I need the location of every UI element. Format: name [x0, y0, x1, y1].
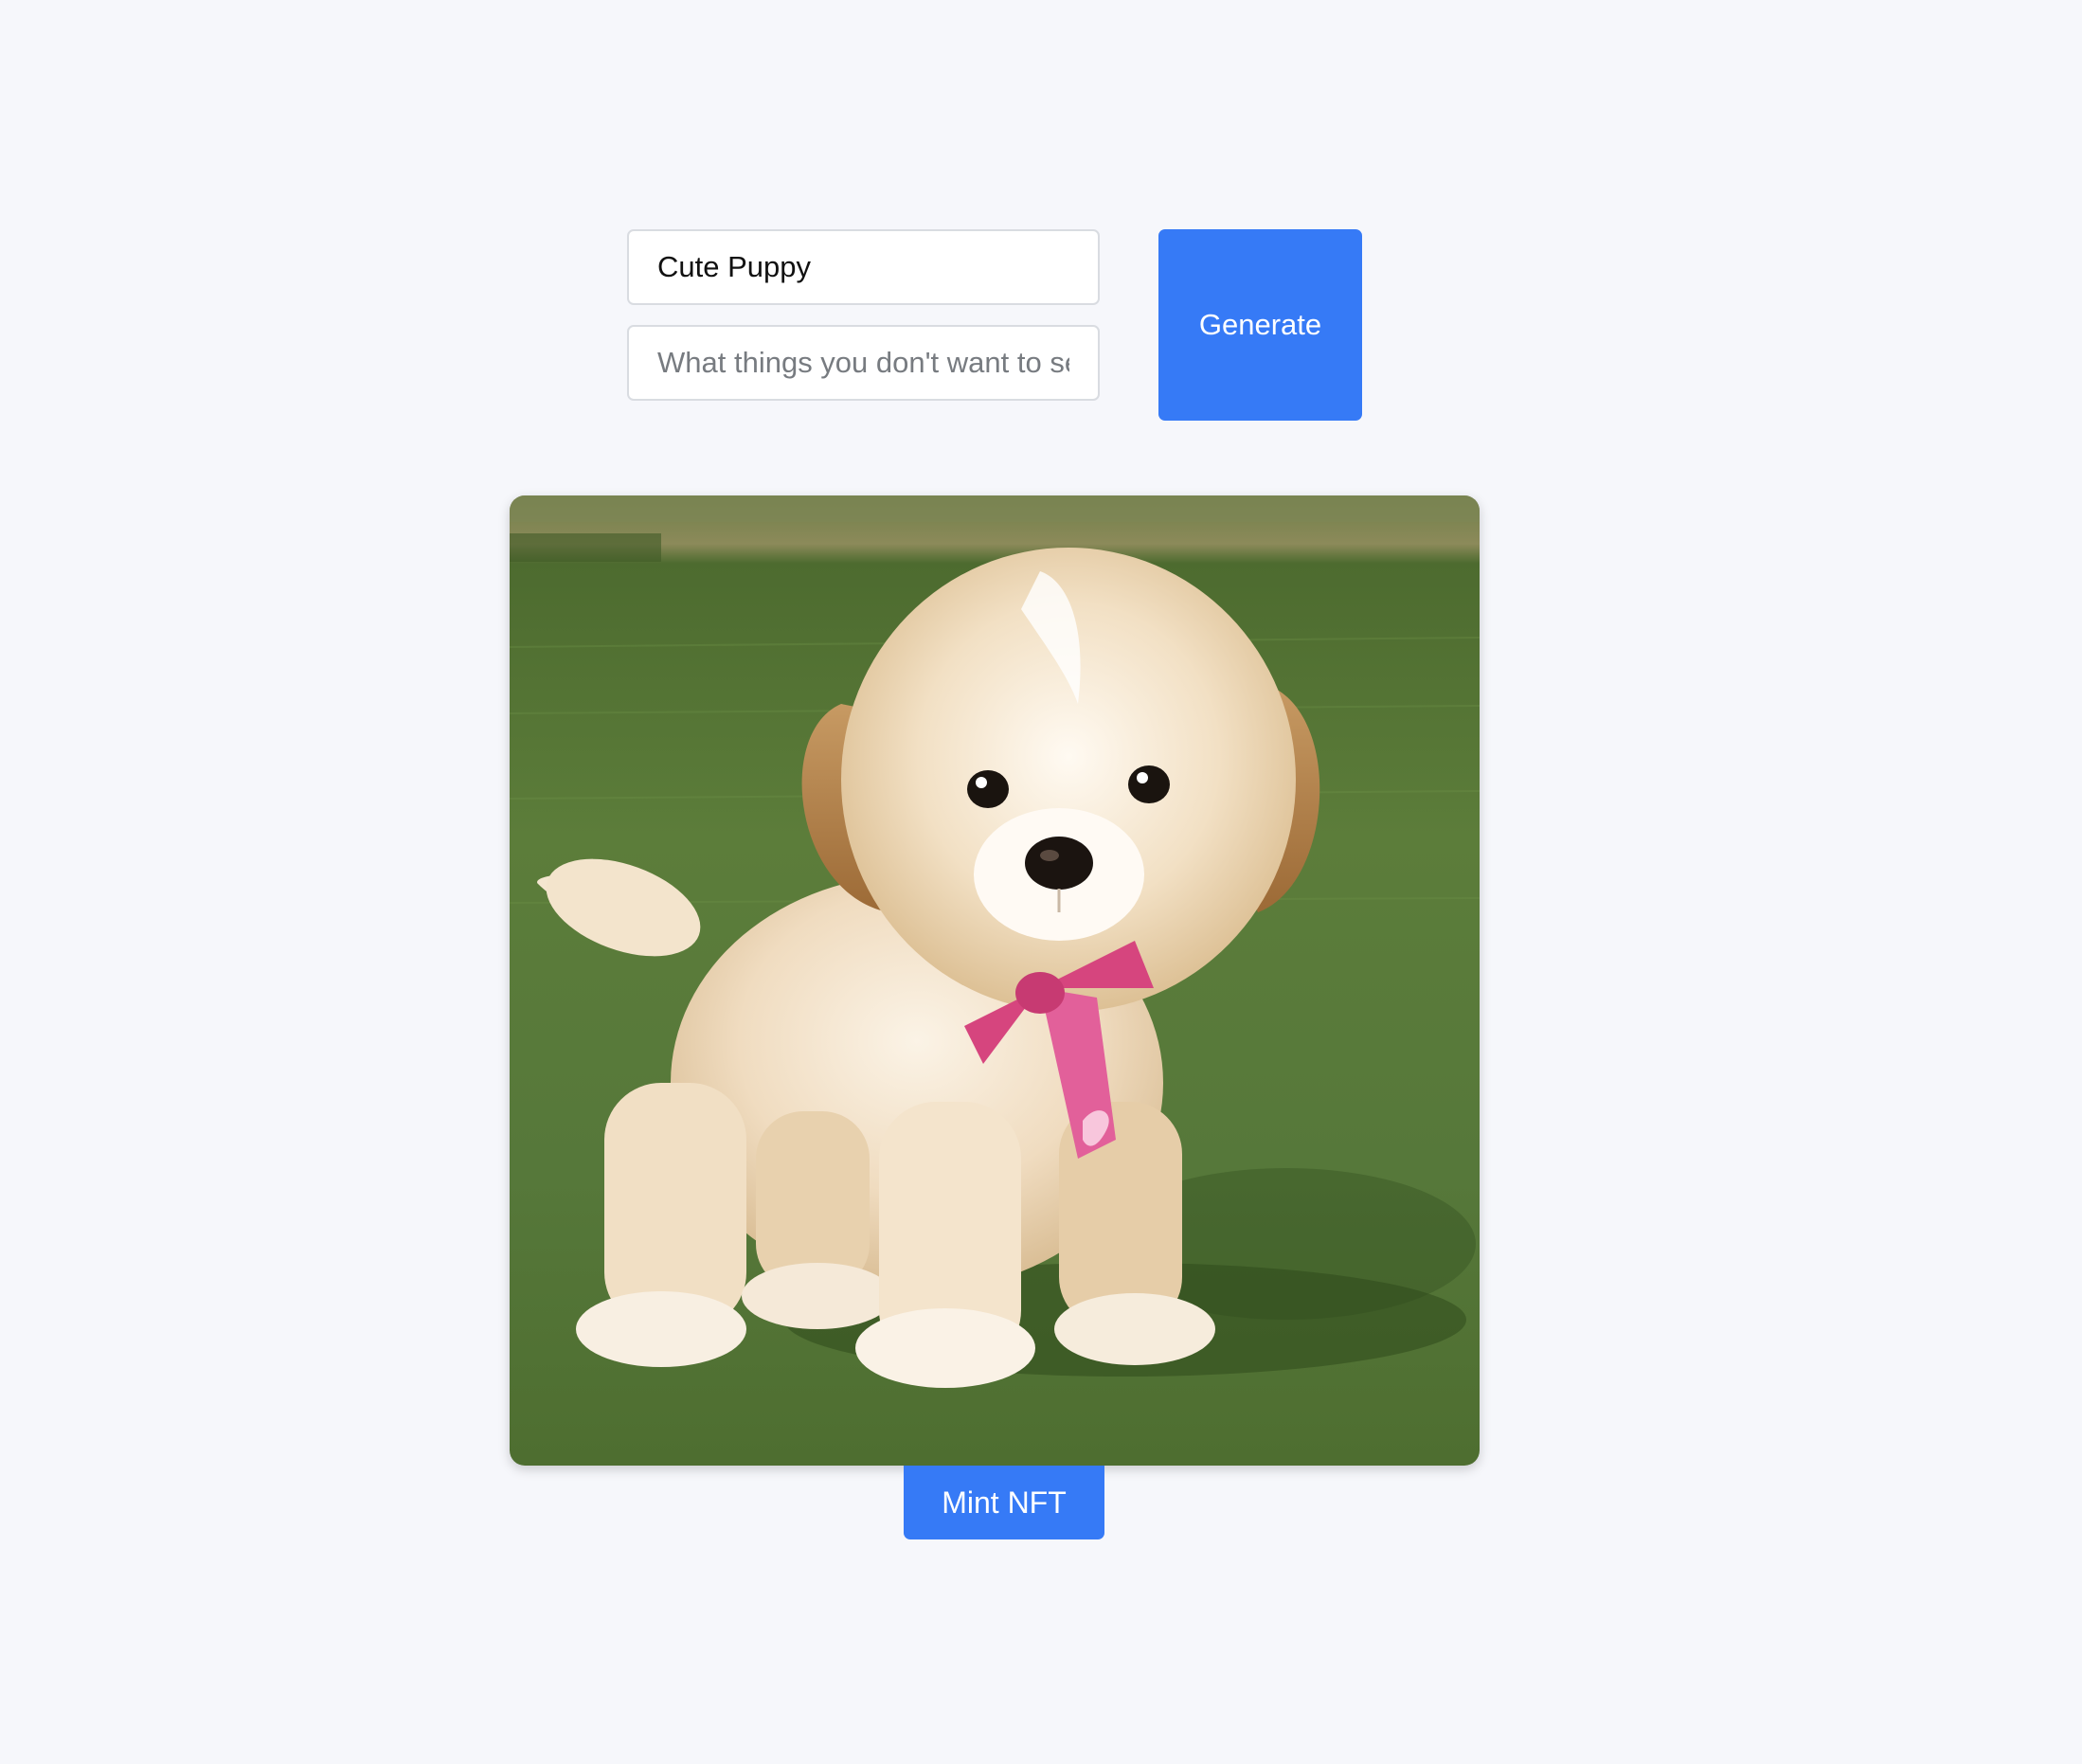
generated-image	[510, 495, 1480, 1466]
puppy-image	[510, 495, 1480, 1466]
mint-nft-button[interactable]: Mint NFT	[904, 1466, 1104, 1539]
negative-prompt-input[interactable]	[627, 325, 1100, 401]
prompt-input[interactable]	[627, 229, 1100, 305]
generate-button[interactable]: Generate	[1158, 229, 1362, 421]
prompt-form: Generate	[627, 229, 1362, 421]
